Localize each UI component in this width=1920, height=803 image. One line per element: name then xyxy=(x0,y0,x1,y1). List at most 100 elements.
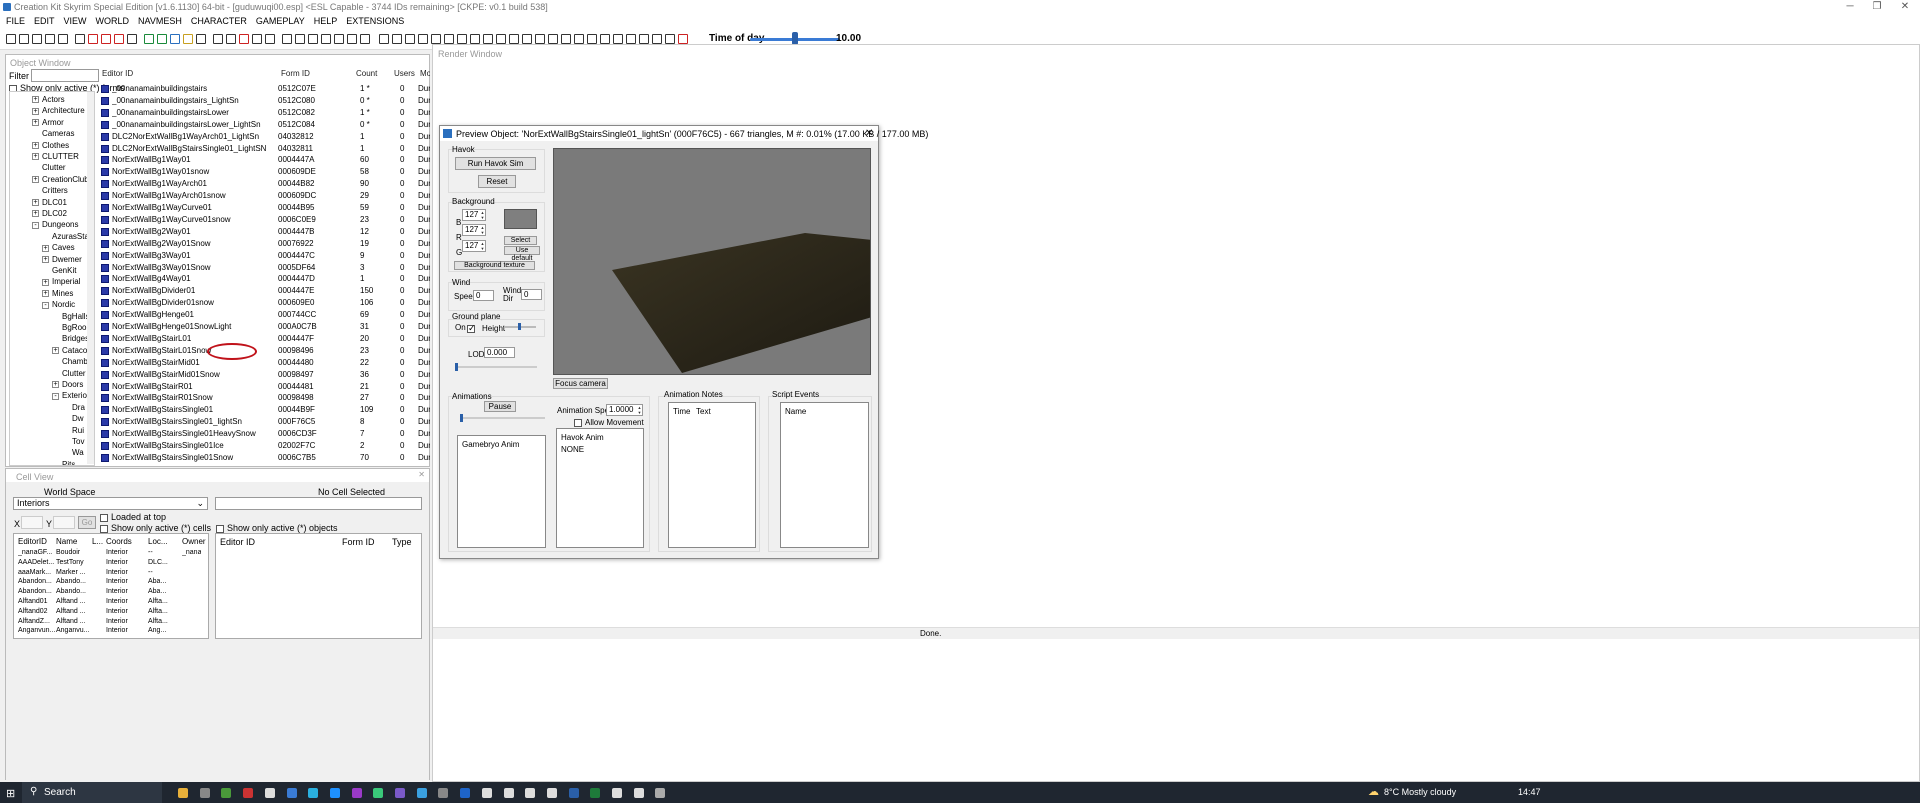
toolbar-tool-icon[interactable] xyxy=(678,34,688,44)
taskbar-app-icon[interactable] xyxy=(438,788,449,798)
loaded-at-top-checkbox[interactable]: Loaded at top xyxy=(100,512,166,522)
taskbar-app-icon[interactable] xyxy=(546,788,557,798)
windows-start-icon[interactable]: ⊞ xyxy=(6,787,15,800)
object-row[interactable]: NorExtWallBgStairR01Snow 00098498 27 0 Dung xyxy=(98,392,430,404)
col-users[interactable]: Users xyxy=(394,69,415,81)
toolbar-tool-icon[interactable] xyxy=(196,34,206,44)
taskbar-search-box[interactable]: ⚲ Search xyxy=(22,782,162,803)
object-row[interactable]: NorExtWallBg1WayCurve01 00044B95 59 0 Dung xyxy=(98,202,430,214)
animation-speed-spinner[interactable]: 1.0000 xyxy=(606,404,643,416)
collapse-icon[interactable]: - xyxy=(32,221,39,229)
object-row[interactable]: NorExtWallBg3Way01 0004447C 9 0 Dung xyxy=(98,250,430,262)
toolbar-tool-icon[interactable] xyxy=(295,34,305,44)
cell-row[interactable]: Alftand01 Alftand ... Interior Alfta... xyxy=(14,597,208,607)
toolbar-tool-icon[interactable] xyxy=(574,34,584,44)
run-havok-sim-button[interactable]: Run Havok Sim xyxy=(455,157,536,170)
menu-view[interactable]: VIEW xyxy=(64,14,87,29)
object-row[interactable]: NorExtWallBgStairMid01Snow 00098497 36 0 Dun… xyxy=(98,369,430,381)
toolbar-tool-icon[interactable] xyxy=(470,34,480,44)
reset-button[interactable]: Reset xyxy=(478,175,516,188)
tree-node[interactable]: + Caves xyxy=(42,242,75,253)
lod-slider[interactable] xyxy=(455,366,537,368)
ground-height-slider-thumb[interactable] xyxy=(518,323,521,330)
toolbar-tool-icon[interactable] xyxy=(226,34,236,44)
object-row[interactable]: NorExtWallBgStairsSingle01 00044B9F 109 0 Du… xyxy=(98,404,430,416)
toolbar-tool-icon[interactable] xyxy=(6,34,16,44)
expand-icon[interactable]: + xyxy=(32,210,39,218)
toolbar-tool-icon[interactable] xyxy=(548,34,558,44)
tree-node[interactable]: + Actors xyxy=(32,94,65,105)
object-row[interactable]: NorExtWallBgDivider01 0004447E 150 0 Dung xyxy=(98,285,430,297)
taskbar-app-icon[interactable] xyxy=(655,788,666,798)
col-time[interactable]: Time xyxy=(673,407,690,416)
cell-row[interactable]: Abandon... Abando... Interior Aba... xyxy=(14,577,208,587)
taskbar-app-icon[interactable] xyxy=(243,788,254,798)
taskbar-app-icon[interactable] xyxy=(568,788,579,798)
taskbar-app-icon[interactable] xyxy=(329,788,340,798)
pause-button[interactable]: Pause xyxy=(484,401,516,412)
gamebryo-anim-list[interactable]: Gamebryo Anim xyxy=(457,435,546,548)
collapse-icon[interactable]: - xyxy=(42,301,49,309)
toolbar-tool-icon[interactable] xyxy=(600,34,610,44)
toolbar-tool-icon[interactable] xyxy=(58,34,68,44)
object-row[interactable]: NorExtWallBg2Way01Snow 00076922 19 0 Dung xyxy=(98,238,430,250)
taskbar-app-icon[interactable] xyxy=(264,788,275,798)
menu-world[interactable]: WORLD xyxy=(96,14,130,29)
tree-node[interactable]: Clutter xyxy=(32,162,66,173)
dialog-close-icon[interactable]: ✕ xyxy=(865,128,873,139)
toolbar-tool-icon[interactable] xyxy=(213,34,223,44)
tree-scrollbar[interactable] xyxy=(87,92,94,464)
tree-node[interactable]: + CreationClub xyxy=(32,174,89,185)
taskbar-app-icon[interactable] xyxy=(460,788,471,798)
object-row[interactable]: NorExtWallBgStairsSingle01_lightSn 000F76… xyxy=(98,416,430,428)
toolbar-tool-icon[interactable] xyxy=(101,34,111,44)
toolbar-tool-icon[interactable] xyxy=(321,34,331,44)
toolbar-tool-icon[interactable] xyxy=(639,34,649,44)
use-default-button[interactable]: Use default xyxy=(504,246,540,262)
taskbar-app-icon[interactable] xyxy=(612,788,622,798)
toolbar-tool-icon[interactable] xyxy=(431,34,441,44)
expand-icon[interactable]: + xyxy=(42,290,49,298)
expand-icon[interactable]: + xyxy=(52,381,59,389)
col-count[interactable]: Count xyxy=(356,69,377,81)
object-row[interactable]: NorExtWallBgStairsSingle01Ice 02002F7C 2 0 D… xyxy=(98,440,430,452)
object-row[interactable]: NorExtWallBg1Way01 0004447A 60 0 Dung xyxy=(98,154,430,166)
close-button[interactable]: ✕ xyxy=(1890,0,1920,14)
menu-character[interactable]: CHARACTER xyxy=(191,14,247,29)
expand-icon[interactable]: + xyxy=(52,347,59,355)
toolbar-tool-icon[interactable] xyxy=(265,34,275,44)
toolbar-tool-icon[interactable] xyxy=(626,34,636,44)
collapse-icon[interactable]: - xyxy=(52,392,59,400)
cell-list-column[interactable]: L... xyxy=(92,536,103,548)
tree-node[interactable]: - Dungeons xyxy=(32,219,78,230)
object-row[interactable]: NorExtWallBg1WayCurve01snow 0006C0E9 23 0 Du… xyxy=(98,214,430,226)
y-coordinate-input[interactable] xyxy=(53,516,75,529)
object-row[interactable]: NorExtWallBgStairR01 00044481 21 0 Dung xyxy=(98,381,430,393)
taskbar-app-icon[interactable] xyxy=(308,788,319,798)
cell-row[interactable]: aaaMark... Marker ... Interior -- xyxy=(14,568,208,578)
expand-icon[interactable]: + xyxy=(42,255,49,263)
toolbar-tool-icon[interactable] xyxy=(282,34,292,44)
object-row[interactable]: NorExtWallBg1WayArch01snow 000609DC 29 0 Dun… xyxy=(98,190,430,202)
background-texture-button[interactable]: Background texture xyxy=(454,261,535,270)
tree-node[interactable]: + Armor xyxy=(32,117,64,128)
menu-edit[interactable]: EDIT xyxy=(34,14,55,29)
taskbar-app-icon[interactable] xyxy=(633,788,644,798)
toolbar-tool-icon[interactable] xyxy=(183,34,193,44)
toolbar-tool-icon[interactable] xyxy=(114,34,124,44)
toolbar-tool-icon[interactable] xyxy=(587,34,597,44)
toolbar-tool-icon[interactable] xyxy=(19,34,29,44)
select-color-button[interactable]: Select xyxy=(504,236,537,245)
object-row[interactable]: DLC2NorExtWallBg1WayArch01_LightSn 040328… xyxy=(98,131,430,143)
toolbar-tool-icon[interactable] xyxy=(509,34,519,44)
tree-node[interactable]: Tov xyxy=(62,436,84,447)
col-object-editor-id[interactable]: Editor ID xyxy=(220,537,255,547)
toolbar-tool-icon[interactable] xyxy=(157,34,167,44)
taskbar-app-icon[interactable] xyxy=(481,788,492,798)
cell-list[interactable]: EditorID Name L... Coords Loc... Owner _nanaGF… xyxy=(13,533,209,639)
toolbar-tool-icon[interactable] xyxy=(535,34,545,44)
object-row[interactable]: NorExtWallBgStairsSingle01Snow 0006C7B5 70… xyxy=(98,452,430,464)
tree-node[interactable]: AzurasStar xyxy=(42,231,92,242)
category-tree[interactable]: + Actors + Architecture + Armor Cameras + Clothe… xyxy=(9,91,95,466)
toolbar-tool-icon[interactable] xyxy=(613,34,623,44)
